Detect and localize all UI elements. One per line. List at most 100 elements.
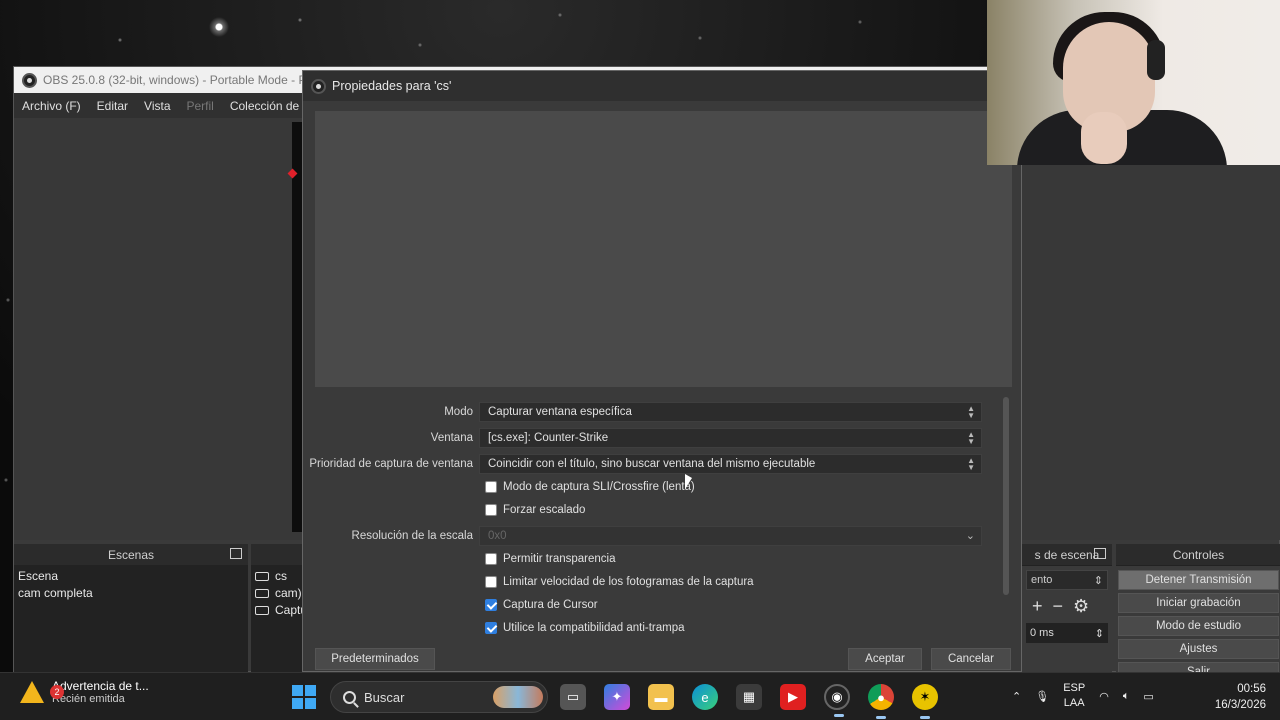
wifi-icon[interactable]: ◠ — [1099, 690, 1109, 703]
volume-icon[interactable]: 🔈︎ — [1123, 690, 1130, 703]
transparency-checkbox[interactable]: Permitir transparencia — [485, 549, 615, 569]
transition-duration[interactable]: 0 ms ⇕ — [1026, 623, 1108, 643]
transitions-dock: s de escena ento ⇕ + − ⚙ 0 ms ⇕ — [1022, 544, 1112, 674]
checkbox-box[interactable] — [485, 599, 497, 611]
scale-value: 0x0 — [488, 530, 507, 542]
force-scaling-checkbox[interactable]: Forzar escalado — [485, 500, 585, 520]
controls-dock: Controles Detener Transmisión Iniciar gr… — [1116, 544, 1280, 682]
checkbox-label: Captura de Cursor — [503, 599, 598, 611]
checkbox-label: Modo de captura SLI/Crossfire (lenta) — [503, 481, 695, 493]
menu-perfil[interactable]: Perfil — [187, 99, 214, 113]
source-item[interactable]: cs — [255, 568, 307, 585]
dialog-titlebar[interactable]: Propiedades para 'cs' — [303, 71, 1021, 101]
checkbox-box[interactable] — [485, 504, 497, 516]
checkbox-box[interactable] — [485, 553, 497, 565]
counter-strike-icon[interactable]: ✶ — [912, 684, 938, 719]
taskbar: 2 Advertencia de t... Recién emitida Bus… — [0, 672, 1280, 720]
window-value: [cs.exe]: Counter-Strike — [488, 432, 609, 444]
obs-logo-icon — [22, 72, 37, 88]
remove-icon[interactable]: − — [1053, 596, 1064, 617]
transition-select-value: ento — [1031, 574, 1053, 586]
sli-crossfire-checkbox[interactable]: Modo de captura SLI/Crossfire (lenta) — [485, 477, 695, 497]
mode-row: Modo Capturar ventana específica ▲ ▼ — [303, 401, 1003, 423]
menu-vista[interactable]: Vista — [144, 99, 170, 113]
transitions-body: ento ⇕ + − ⚙ 0 ms ⇕ — [1022, 566, 1112, 674]
source-item[interactable]: Captu — [255, 602, 307, 619]
limit-framerate-checkbox[interactable]: Limitar velocidad de los fotogramas de l… — [485, 572, 754, 592]
clock-time: 00:56 — [1237, 683, 1266, 695]
checkbox-box[interactable] — [485, 481, 497, 493]
checkbox-label: Permitir transparencia — [503, 553, 616, 565]
scenes-list: Escena cam completa — [14, 566, 248, 674]
defaults-button[interactable]: Predeterminados — [315, 648, 435, 670]
copilot-icon[interactable]: ✦ — [604, 684, 630, 710]
language-indicator[interactable]: ESP LAA — [1063, 681, 1085, 711]
microphone-icon[interactable]: 🎙︎ — [1035, 690, 1049, 703]
taskbar-search[interactable]: Buscar — [330, 681, 548, 713]
clock[interactable]: 00:56 16/3/2026 — [1200, 681, 1266, 713]
updown-icon: ▲ ▼ — [967, 430, 975, 446]
source-preview — [315, 111, 1012, 387]
checkbox-box[interactable] — [485, 576, 497, 588]
notification-subtitle: Recién emitida — [52, 693, 125, 705]
search-highlight-icon — [493, 686, 543, 708]
dialog-title: Propiedades para 'cs' — [332, 79, 452, 93]
lang-code: ESP — [1063, 682, 1086, 694]
studio-mode-button[interactable]: Modo de estudio — [1118, 616, 1279, 636]
webcam-person — [1081, 112, 1127, 164]
notification-badge: 2 — [50, 685, 64, 699]
priority-row: Prioridad de captura de ventana Coincidi… — [303, 453, 1003, 475]
window-row: Ventana [cs.exe]: Counter-Strike ▲ ▼ — [303, 427, 1003, 449]
game-capture-icon — [255, 572, 269, 581]
file-explorer-icon[interactable]: ▬ — [648, 684, 674, 710]
anti-cheat-checkbox[interactable]: Utilice la compatibilidad anti-trampa — [485, 618, 685, 638]
transition-select[interactable]: ento ⇕ — [1026, 570, 1108, 590]
gear-icon[interactable]: ⚙ — [1073, 596, 1089, 617]
settings-button[interactable]: Ajustes — [1118, 639, 1279, 659]
menu-archivo[interactable]: Archivo (F) — [22, 99, 81, 113]
dock-float-icon[interactable] — [230, 548, 242, 559]
updown-icon: ⇕ — [1093, 574, 1103, 587]
add-icon[interactable]: + — [1032, 596, 1043, 617]
ok-button[interactable]: Aceptar — [848, 648, 922, 670]
cancel-button[interactable]: Cancelar — [931, 648, 1011, 670]
task-view-icon[interactable]: ▭ — [560, 684, 586, 710]
headset — [1147, 40, 1165, 80]
obs-taskbar-icon[interactable]: ◉ — [824, 684, 850, 717]
window-select[interactable]: [cs.exe]: Counter-Strike ▲ ▼ — [479, 428, 982, 448]
window-label: Ventana — [430, 432, 473, 444]
chrome-icon[interactable]: ● — [868, 684, 894, 719]
duration-value: 0 ms — [1030, 627, 1054, 639]
dock-float-icon[interactable] — [1094, 548, 1106, 559]
checkbox-box[interactable] — [485, 622, 497, 634]
start-recording-button[interactable]: Iniciar grabación — [1118, 593, 1279, 613]
controls-header: Controles — [1116, 544, 1280, 566]
scenes-dock: Escenas Escena cam completa — [14, 544, 248, 674]
edge-icon[interactable]: e — [692, 684, 718, 710]
menu-editar[interactable]: Editar — [97, 99, 128, 113]
menu-coleccion[interactable]: Colección de E — [230, 99, 311, 113]
mode-select[interactable]: Capturar ventana específica ▲ ▼ — [479, 402, 982, 422]
form-scrollbar[interactable] — [1003, 397, 1009, 595]
source-item[interactable]: cam) — [255, 585, 307, 602]
stop-streaming-button[interactable]: Detener Transmisión — [1118, 570, 1279, 590]
windows-start-icon[interactable] — [292, 685, 316, 709]
mouse-cursor-icon — [685, 474, 692, 489]
scene-item[interactable]: Escena — [18, 568, 244, 585]
priority-select[interactable]: Coincidir con el título, sino buscar ven… — [479, 454, 982, 474]
controls-header-label: Controles — [1172, 547, 1225, 562]
battery-icon[interactable]: ▭ — [1143, 690, 1153, 703]
mode-value: Capturar ventana específica — [488, 406, 632, 418]
webcam-overlay — [987, 0, 1280, 165]
chevron-up-icon[interactable]: ⌃ — [1012, 690, 1021, 703]
source-label: cs — [275, 569, 287, 583]
spin-icon[interactable]: ⇕ — [1095, 627, 1104, 640]
capture-cursor-checkbox[interactable]: Captura de Cursor — [485, 595, 598, 615]
warning-notification[interactable]: 2 Advertencia de t... Recién emitida — [20, 679, 149, 705]
youtube-icon[interactable]: ▶ — [780, 684, 806, 710]
scene-item[interactable]: cam completa — [18, 585, 244, 602]
camera-icon — [255, 589, 269, 598]
source-label: cam) — [275, 586, 302, 600]
store-icon[interactable]: ▦ — [736, 684, 762, 710]
checkbox-label: Forzar escalado — [503, 504, 586, 516]
